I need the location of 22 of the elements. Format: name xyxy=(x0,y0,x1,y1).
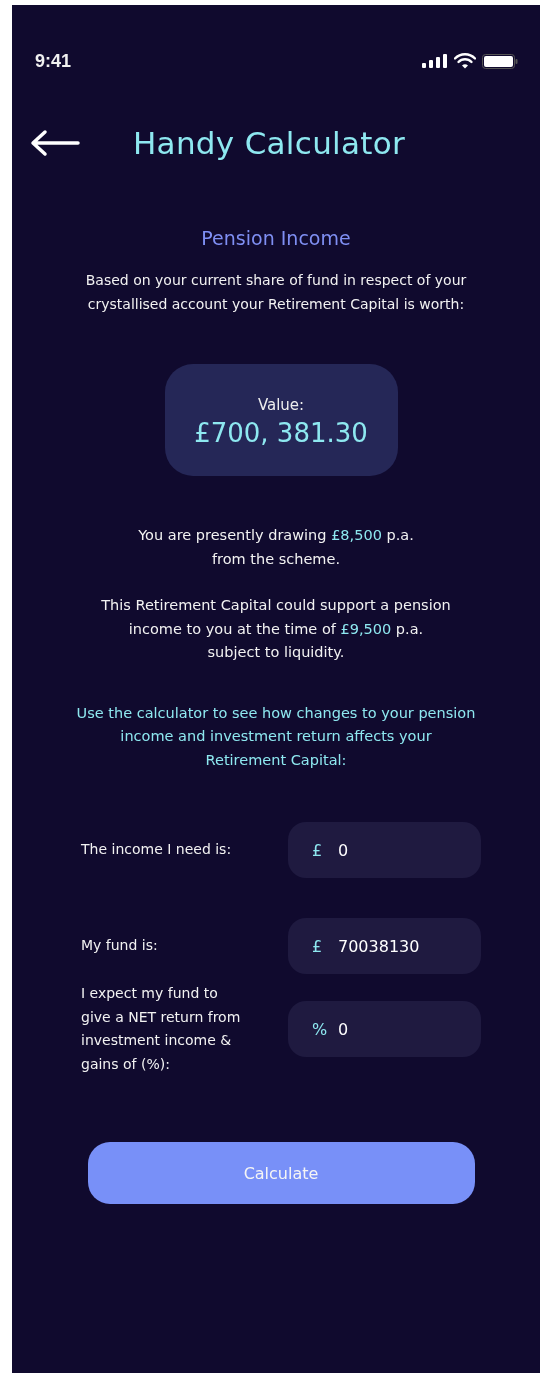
instruction-text: Use the calculator to see how changes to your pension income and investment return affects your Retirement Capital: xyxy=(76,703,476,770)
field-label: My fund is: xyxy=(81,936,159,956)
currency-prefix: % xyxy=(312,1019,329,1039)
value-label: Value: xyxy=(257,396,305,414)
section-title: Pension Income xyxy=(201,227,351,249)
input-field[interactable]: 0 xyxy=(338,840,468,860)
input-field[interactable]: 0 xyxy=(338,1019,468,1039)
back-button[interactable] xyxy=(30,129,80,157)
input-field[interactable]: 70038130 xyxy=(338,936,468,956)
value-amount: £700, 381.30 xyxy=(194,418,368,448)
wifi-icon xyxy=(454,53,476,69)
signal-icon xyxy=(422,54,448,68)
info-text: This Retirement Capital could support a pension income to you at the time of £9,500 p.a. subject to liquidity. xyxy=(101,596,451,662)
battery-icon xyxy=(482,53,518,69)
field-label: The income I need is: xyxy=(81,840,233,860)
currency-prefix: £ xyxy=(312,840,324,860)
intro-text: Based on your current share of fund in respect of your crystallised account your Retirement Capital is worth: xyxy=(85,271,467,314)
page-title: Handy Calculator xyxy=(133,125,406,161)
field-label: I expect my fund to give a NET return from investment income & gains of (%): xyxy=(81,984,242,1074)
currency-prefix: £ xyxy=(312,936,324,956)
status-time: 9:41 xyxy=(35,50,72,72)
info-text: You are presently drawing £8,500 p.a. from the scheme. xyxy=(138,526,414,569)
